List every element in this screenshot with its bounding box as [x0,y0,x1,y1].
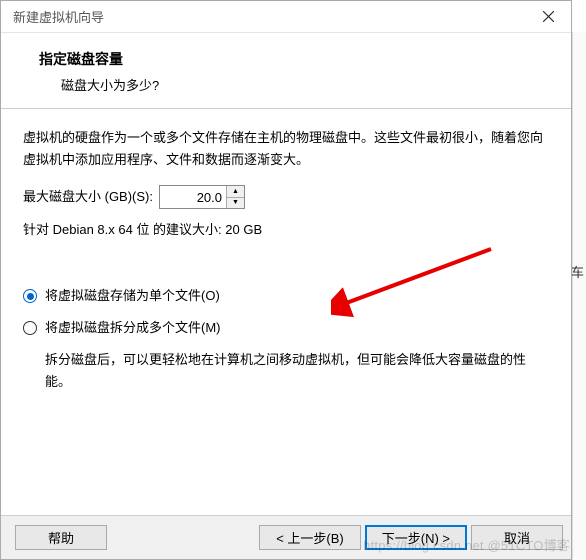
disk-size-spinner[interactable]: ▲ ▼ [159,185,245,209]
description-text: 虚拟机的硬盘作为一个或多个文件存储在主机的物理磁盘中。这些文件最初很小，随着您向… [23,127,549,171]
button-bar: 帮助 < 上一步(B) 下一步(N) > 取消 [1,515,571,559]
radio-split-label: 将虚拟磁盘拆分成多个文件(M) [45,317,221,339]
cancel-button[interactable]: 取消 [471,525,563,550]
titlebar: 新建虚拟机向导 [1,1,571,33]
page-title: 指定磁盘容量 [39,49,545,69]
wizard-window: 新建虚拟机向导 指定磁盘容量 磁盘大小为多少? 虚拟机的硬盘作为一个或多个文件存… [0,0,572,560]
max-disk-size-row: 最大磁盘大小 (GB)(S): ▲ ▼ [23,185,549,209]
background-edge [572,32,586,560]
close-button[interactable] [525,1,571,33]
radio-split-files[interactable]: 将虚拟磁盘拆分成多个文件(M) [23,317,549,339]
radio-split-description: 拆分磁盘后，可以更轻松地在计算机之间移动虚拟机，但可能会降低大容量磁盘的性能。 [45,349,549,392]
radio-icon [23,321,37,335]
wizard-header: 指定磁盘容量 磁盘大小为多少? [1,33,571,104]
background-char: 车 [571,262,584,281]
next-button[interactable]: 下一步(N) > [365,525,467,550]
radio-icon-selected [23,289,37,303]
page-subtitle: 磁盘大小为多少? [39,75,545,94]
spinner-buttons: ▲ ▼ [226,186,244,208]
max-disk-size-label: 最大磁盘大小 (GB)(S): [23,186,153,208]
window-title: 新建虚拟机向导 [13,7,104,26]
radio-single-file[interactable]: 将虚拟磁盘存储为单个文件(O) [23,285,549,307]
spinner-up[interactable]: ▲ [227,186,244,198]
spinner-down[interactable]: ▼ [227,198,244,209]
disk-storage-radio-group: 将虚拟磁盘存储为单个文件(O) 将虚拟磁盘拆分成多个文件(M) 拆分磁盘后，可以… [23,285,549,392]
back-button[interactable]: < 上一步(B) [259,525,361,550]
help-button[interactable]: 帮助 [15,525,107,550]
disk-size-input[interactable] [160,186,226,208]
content-area: 虚拟机的硬盘作为一个或多个文件存储在主机的物理磁盘中。这些文件最初很小，随着您向… [1,109,571,392]
close-icon [543,11,554,22]
radio-single-label: 将虚拟磁盘存储为单个文件(O) [45,285,220,307]
recommended-size-text: 针对 Debian 8.x 64 位 的建议大小: 20 GB [23,219,549,241]
